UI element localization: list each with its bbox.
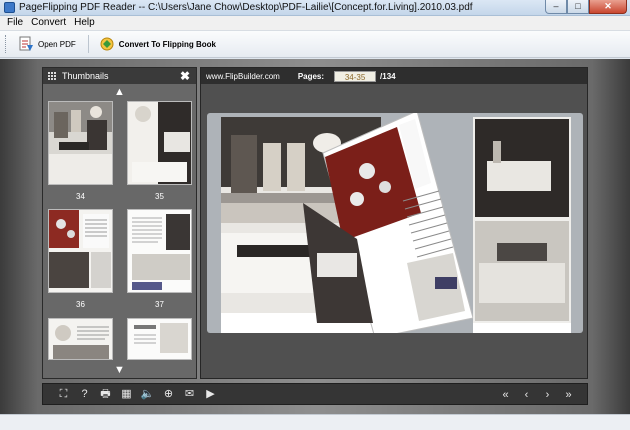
open-pdf-button[interactable]: Open PDF (18, 36, 76, 52)
thumbnails-scroll-down-icon[interactable]: ▼ (114, 365, 125, 376)
toolbar-separator (87, 35, 89, 53)
toolbar: Open PDF Convert To Flipping Book (0, 30, 630, 58)
thumbnail-label-37: 37 (155, 300, 164, 309)
thumbnail-image (128, 319, 191, 359)
menu-help[interactable]: Help (71, 16, 100, 30)
thumbnails-panel: Thumbnails ✖ ▲ 34 35 36 37 ▼ (42, 67, 197, 379)
thumbnail-image (128, 210, 191, 292)
thumbnails-title: Thumbnails (62, 71, 109, 81)
last-page-icon[interactable]: » (558, 384, 579, 406)
thumbnail-image (49, 102, 112, 184)
menu-bar: File Convert Help (0, 16, 630, 30)
status-bar (0, 414, 630, 430)
thumbnails-close-icon[interactable]: ✖ (180, 69, 190, 83)
thumbnail-label-34: 34 (76, 192, 85, 201)
autoplay-icon[interactable]: ▶ (200, 383, 221, 405)
menu-file[interactable]: File (4, 16, 28, 30)
title-bar: PageFlipping PDF Reader -- C:\Users\Jane… (0, 0, 630, 16)
open-pdf-icon (19, 36, 33, 51)
book-pages-image (221, 113, 571, 333)
thumbnails-scroll-up-icon[interactable]: ▲ (114, 87, 125, 98)
previous-page-icon[interactable]: ‹ (516, 384, 537, 406)
email-icon[interactable]: ✉ (179, 383, 200, 405)
thumbnail-image (128, 102, 191, 184)
app-icon (4, 2, 15, 13)
window-title: PageFlipping PDF Reader -- C:\Users\Jane… (19, 2, 473, 13)
convert-icon (100, 37, 114, 51)
thumbnail-page-36[interactable] (48, 209, 113, 293)
thumbnail-page-next-right[interactable] (127, 318, 192, 360)
minimize-button[interactable]: – (545, 0, 567, 14)
fit-screen-icon[interactable]: ⛶ (53, 383, 74, 405)
thumbnail-image (49, 210, 112, 292)
maximize-button[interactable]: □ (567, 0, 589, 14)
help-icon[interactable]: ? (74, 383, 95, 405)
main-stage: Thumbnails ✖ ▲ 34 35 36 37 ▼ www.FlipBui… (0, 59, 630, 414)
thumbnail-image (49, 319, 112, 359)
thumbnails-toggle-icon[interactable]: ▦ (116, 383, 137, 405)
thumbnail-label-36: 36 (76, 300, 85, 309)
thumbnail-page-34[interactable] (48, 101, 113, 185)
viewer-header: www.FlipBuilder.com Pages: 34-35 /134 (201, 68, 587, 84)
open-pdf-label: Open PDF (38, 39, 76, 49)
thumbnail-page-37[interactable] (127, 209, 192, 293)
print-icon[interactable]: 🖶 (95, 383, 116, 405)
thumbnails-grid-icon (48, 71, 57, 81)
close-button[interactable]: ✕ (589, 0, 627, 14)
page-navigation: « ‹ › » (495, 384, 579, 406)
sound-icon[interactable]: 🔈 (137, 383, 158, 405)
thumbnails-header: Thumbnails ✖ (43, 68, 196, 84)
convert-button[interactable]: Convert To Flipping Book (99, 36, 216, 52)
total-pages: /134 (380, 71, 396, 81)
window-controls: – □ ✕ (545, 0, 627, 15)
first-page-icon[interactable]: « (495, 384, 516, 406)
site-link[interactable]: www.FlipBuilder.com (206, 72, 280, 81)
thumbnail-label-35: 35 (155, 192, 164, 201)
book-viewer: www.FlipBuilder.com Pages: 34-35 /134 ◀ … (200, 67, 588, 379)
pages-label: Pages: (297, 71, 325, 81)
thumbnail-page-35[interactable] (127, 101, 192, 185)
zoom-in-icon[interactable]: ⊕ (158, 383, 179, 405)
menu-convert[interactable]: Convert (28, 16, 71, 30)
convert-label: Convert To Flipping Book (118, 39, 216, 49)
control-bar: ⛶ ? 🖶 ▦ 🔈 ⊕ ✉ ▶ « ‹ › » (42, 383, 588, 405)
book-spread[interactable] (207, 113, 583, 333)
next-page-icon[interactable]: › (537, 384, 558, 406)
page-number-input[interactable]: 34-35 (334, 70, 377, 82)
toolbar-grip (5, 35, 8, 53)
thumbnail-page-next-left[interactable] (48, 318, 113, 360)
